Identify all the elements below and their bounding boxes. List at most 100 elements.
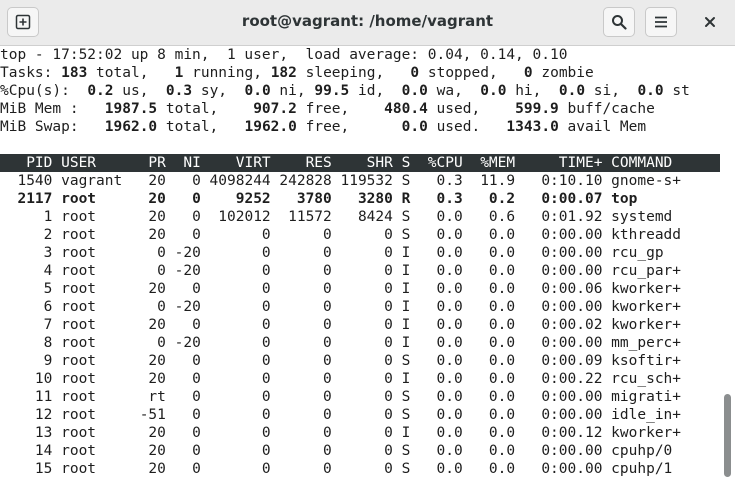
- process-cell-res: 0: [270, 335, 332, 351]
- process-cell-pr: 0: [122, 335, 166, 351]
- process-cell-pid: 3: [0, 245, 53, 261]
- process-cell-time: 0:00.09: [515, 353, 603, 369]
- terminal-output[interactable]: top - 17:52:02 up 8 min, 1 user, load av…: [0, 46, 720, 477]
- process-cell-pid: 7: [0, 317, 53, 333]
- process-cell-s: I: [392, 371, 411, 387]
- process-row: 1 root 20 0 102012 11572 8424 S 0.0 0.6 …: [0, 208, 720, 226]
- process-row: 2117 root 20 0 9252 3780 3280 R 0.3 0.2 …: [0, 190, 720, 208]
- process-cell-time: 0:00.07: [515, 191, 603, 207]
- process-row: 2 root 20 0 0 0 0 S 0.0 0.0 0:00.00 kthr…: [0, 226, 720, 244]
- process-cell-mem: 0.0: [462, 317, 516, 333]
- process-cell-mem: 0.0: [462, 335, 516, 351]
- process-cell-shr: 0: [331, 281, 393, 297]
- process-cell-user: root: [52, 371, 123, 387]
- process-cell-virt: 0: [200, 371, 271, 387]
- process-cell-res: 0: [270, 263, 332, 279]
- process-cell-virt: 0: [200, 407, 271, 423]
- process-cell-cpu: 0.0: [410, 335, 463, 351]
- process-cell-virt: 9252: [200, 191, 271, 207]
- process-cell-pr: 20: [122, 317, 166, 333]
- process-cell-pr: 20: [122, 191, 166, 207]
- process-cell-pr: 20: [122, 353, 166, 369]
- process-cell-ni: -20: [165, 299, 201, 315]
- process-cell-user: root: [52, 263, 123, 279]
- process-cell-s: S: [392, 173, 411, 189]
- process-cell-mem: 0.0: [462, 245, 516, 261]
- process-cell-pid: 2: [0, 227, 53, 243]
- process-cell-ni: -20: [165, 335, 201, 351]
- process-cell-time: 0:00.00: [515, 389, 603, 405]
- process-cell-ni: 0: [165, 281, 201, 297]
- process-row: 14 root 20 0 0 0 0 S 0.0 0.0 0:00.00 cpu…: [0, 442, 720, 460]
- column-header: S: [392, 155, 411, 171]
- process-cell-ni: -20: [165, 263, 201, 279]
- process-row: 15 root 20 0 0 0 0 S 0.0 0.0 0:00.00 cpu…: [0, 460, 720, 477]
- process-cell-shr: 0: [331, 461, 393, 477]
- process-cell-user: root: [52, 407, 123, 423]
- process-cell-s: S: [392, 227, 411, 243]
- process-cell-cmd: mm_perc+: [602, 335, 682, 351]
- process-cell-cpu: 0.0: [410, 425, 463, 441]
- process-cell-user: root: [52, 209, 123, 225]
- process-row: 3 root 0 -20 0 0 0 I 0.0 0.0 0:00.00 rcu…: [0, 244, 720, 262]
- process-cell-time: 0:00.00: [515, 263, 603, 279]
- process-cell-mem: 0.0: [462, 443, 516, 459]
- process-cell-virt: 0: [200, 227, 271, 243]
- process-cell-s: S: [392, 443, 411, 459]
- process-cell-cmd: cpuhp/0: [602, 443, 682, 459]
- process-cell-shr: 0: [331, 335, 393, 351]
- process-cell-time: 0:00.12: [515, 425, 603, 441]
- process-cell-user: root: [52, 245, 123, 261]
- process-cell-ni: 0: [165, 173, 201, 189]
- process-cell-mem: 0.0: [462, 281, 516, 297]
- process-cell-user: root: [52, 461, 123, 477]
- process-cell-virt: 4098244: [200, 173, 271, 189]
- process-cell-ni: 0: [165, 317, 201, 333]
- process-row: 11 root rt 0 0 0 0 S 0.0 0.0 0:00.00 mig…: [0, 388, 720, 406]
- process-cell-ni: 0: [165, 443, 201, 459]
- process-cell-cmd: kthreadd: [602, 227, 682, 243]
- process-cell-time: 0:00.00: [515, 245, 603, 261]
- process-cell-pid: 4: [0, 263, 53, 279]
- process-cell-cpu: 0.3: [410, 173, 463, 189]
- process-cell-pid: 5: [0, 281, 53, 297]
- process-cell-cmd: kworker+: [602, 281, 682, 297]
- search-button[interactable]: [603, 7, 635, 37]
- process-cell-cpu: 0.3: [410, 191, 463, 207]
- process-cell-shr: 0: [331, 299, 393, 315]
- process-cell-mem: 0.0: [462, 407, 516, 423]
- process-cell-res: 0: [270, 407, 332, 423]
- process-cell-time: 0:00.00: [515, 443, 603, 459]
- process-table: 1540 vagrant 20 0 4098244 242828 119532 …: [0, 172, 720, 477]
- process-cell-s: I: [392, 425, 411, 441]
- process-cell-res: 11572: [270, 209, 332, 225]
- summary-tasks: Tasks: 183 total, 1 running, 182 sleepin…: [0, 65, 594, 81]
- process-row: 4 root 0 -20 0 0 0 I 0.0 0.0 0:00.00 rcu…: [0, 262, 720, 280]
- process-cell-cpu: 0.0: [410, 317, 463, 333]
- process-cell-cpu: 0.0: [410, 263, 463, 279]
- process-cell-res: 0: [270, 389, 332, 405]
- process-cell-pid: 10: [0, 371, 53, 387]
- process-cell-shr: 3280: [331, 191, 393, 207]
- process-cell-res: 0: [270, 443, 332, 459]
- process-cell-pid: 12: [0, 407, 53, 423]
- scrollbar-thumb[interactable]: [724, 394, 731, 477]
- process-cell-pid: 1540: [0, 173, 53, 189]
- process-cell-pr: 20: [122, 173, 166, 189]
- process-cell-mem: 0.0: [462, 371, 516, 387]
- summary-swap: MiB Swap: 1962.0 total, 1962.0 free, 0.0…: [0, 119, 647, 135]
- process-cell-pr: 20: [122, 443, 166, 459]
- process-cell-virt: 0: [200, 281, 271, 297]
- menu-button[interactable]: [645, 7, 677, 37]
- process-cell-s: S: [392, 389, 411, 405]
- process-cell-pid: 11: [0, 389, 53, 405]
- process-cell-cmd: kworker+: [602, 425, 682, 441]
- process-cell-cpu: 0.0: [410, 299, 463, 315]
- process-cell-time: 0:00.02: [515, 317, 603, 333]
- scrollbar[interactable]: [720, 46, 735, 477]
- close-button[interactable]: [694, 7, 726, 37]
- process-cell-cmd: top: [602, 191, 682, 207]
- process-cell-virt: 0: [200, 425, 271, 441]
- column-header: PID: [0, 155, 53, 171]
